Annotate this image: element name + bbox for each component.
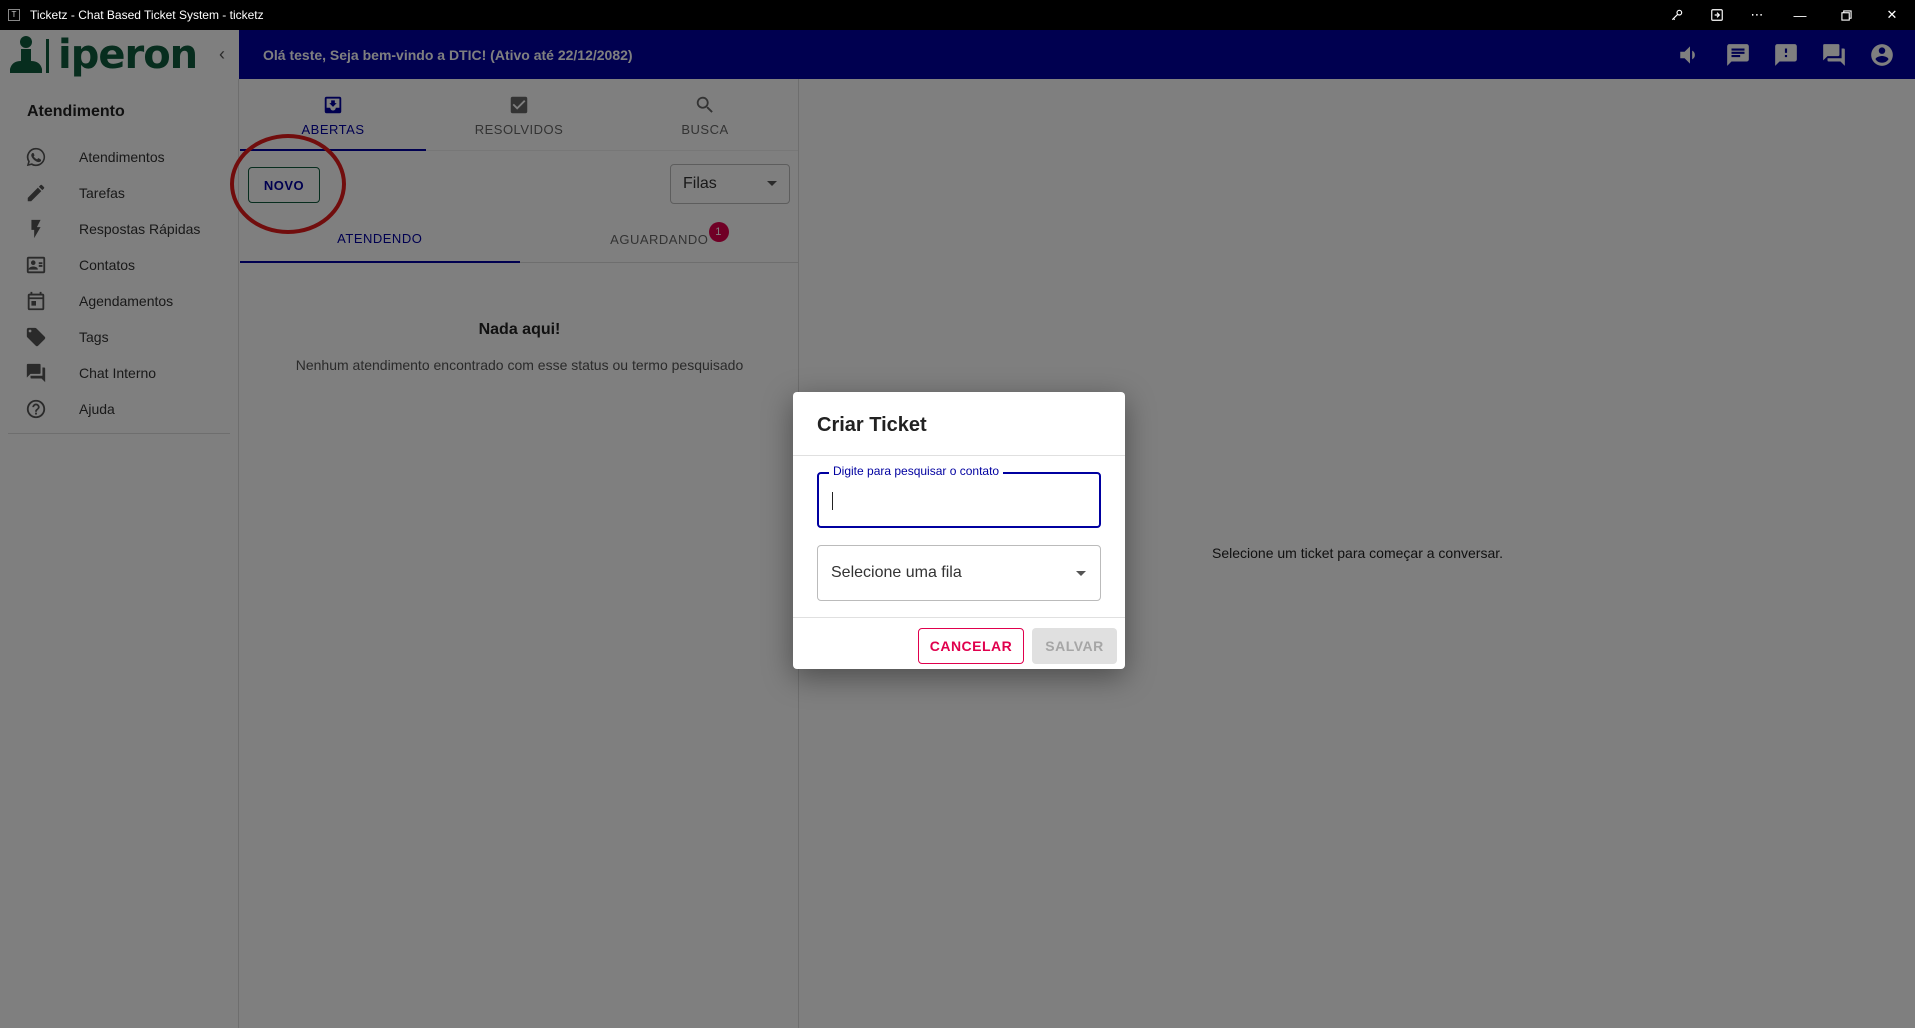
dialog-actions: CANCELAR SALVAR — [793, 617, 1125, 669]
cast-icon[interactable] — [1697, 0, 1737, 30]
contact-search-input[interactable]: Digite para pesquisar o contato — [817, 464, 1101, 528]
contact-search-label: Digite para pesquisar o contato — [829, 464, 1004, 478]
more-icon[interactable]: ⋯ — [1737, 0, 1777, 30]
window-title: Ticketz - Chat Based Ticket System - tic… — [30, 8, 264, 22]
restore-button[interactable] — [1823, 0, 1869, 30]
text-cursor — [832, 492, 833, 510]
create-ticket-dialog: Criar Ticket Digite para pesquisar o con… — [793, 392, 1125, 669]
key-icon[interactable] — [1657, 0, 1697, 30]
app-icon: T — [8, 9, 20, 21]
caret-down-icon — [1076, 571, 1086, 576]
window-titlebar: T Ticketz - Chat Based Ticket System - t… — [0, 0, 1915, 30]
close-button[interactable]: ✕ — [1869, 0, 1915, 30]
window-controls: ⋯ — ✕ — [1657, 0, 1915, 30]
cancel-button[interactable]: CANCELAR — [918, 628, 1024, 664]
queue-select-dialog[interactable]: Selecione uma fila — [817, 545, 1101, 601]
save-button[interactable]: SALVAR — [1032, 628, 1117, 664]
dialog-title: Criar Ticket — [793, 392, 1125, 456]
minimize-button[interactable]: — — [1777, 0, 1823, 30]
